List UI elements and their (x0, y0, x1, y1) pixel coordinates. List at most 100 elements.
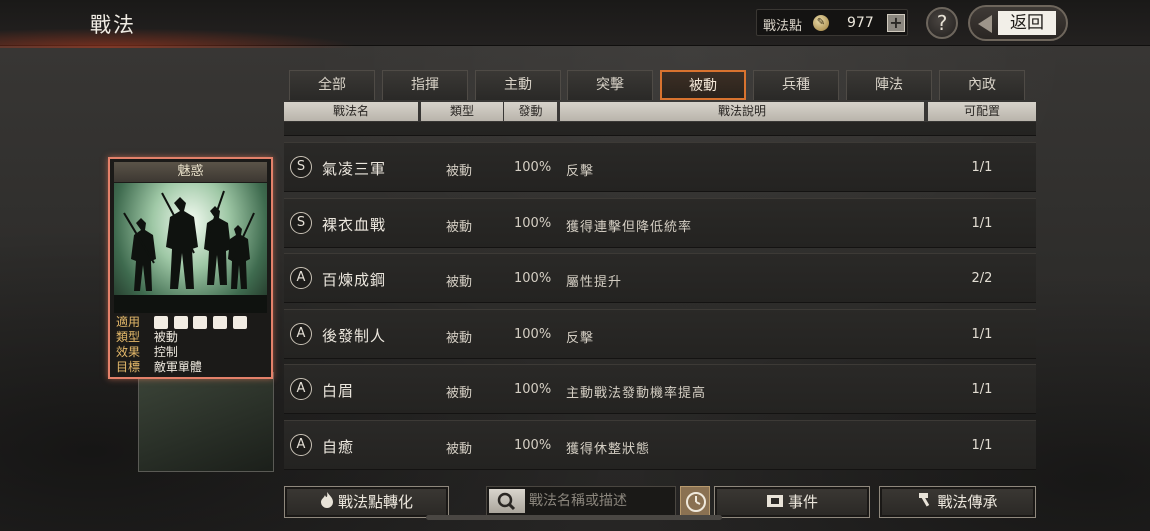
tactic-description: 反擊 (566, 331, 595, 346)
spear-icon (213, 316, 228, 329)
table-row[interactable]: S 裸衣血戰 被動 100% 獲得連擊但降低統率 1/1 (284, 198, 1036, 248)
rank-badge: S (290, 212, 312, 234)
shield-icon (173, 316, 188, 329)
events-label: 事件 (787, 493, 818, 511)
tactic-slots: 1/1 (971, 327, 993, 342)
tactic-rate: 100% (514, 160, 552, 175)
tab-command[interactable]: 指揮 (382, 70, 468, 100)
table-row[interactable]: A 白眉 被動 100% 主動戰法發動機率提高 1/1 (284, 364, 1036, 414)
table-row[interactable]: A 後發制人 被動 100% 反擊 1/1 (284, 309, 1036, 359)
siege-icon (233, 316, 248, 329)
tactic-card-preview[interactable]: 魅惑 適用 類型 被動 效果 控制 目標 敵軍單體 (108, 157, 273, 379)
stat-target-row: 目標 敵軍單體 (116, 360, 266, 375)
stat-apply-key: 適用 (116, 315, 141, 329)
add-points-button[interactable]: + (887, 14, 905, 32)
back-arrow-icon (978, 15, 992, 33)
tab-internal[interactable]: 內政 (939, 70, 1025, 100)
column-header-type[interactable]: 類型 (421, 102, 503, 121)
rank-badge: S (290, 156, 312, 178)
ticket-icon (766, 488, 784, 518)
inherit-tactic-label: 戰法傳承 (937, 493, 998, 511)
troop-icons (153, 315, 249, 330)
back-button-label: 返回 (998, 11, 1056, 35)
tactic-name: 氣凌三軍 (322, 160, 387, 178)
tactic-rate: 100% (514, 216, 552, 231)
horizontal-scrollbar[interactable] (426, 515, 722, 520)
tactic-point-coin-icon: ✎ (813, 15, 829, 31)
convert-points-label: 戰法點轉化 (337, 493, 413, 511)
back-button[interactable]: 返回 (968, 5, 1068, 41)
stat-target-key: 目標 (116, 360, 141, 374)
table-row-partial[interactable] (284, 122, 1036, 136)
card-title: 魅惑 (114, 162, 267, 182)
tactic-type: 被動 (446, 331, 473, 346)
tab-troop[interactable]: 兵種 (753, 70, 839, 100)
tactics-table[interactable]: S 氣凌三軍 被動 100% 反擊 1/1 S 裸衣血戰 被動 100% 獲得連… (284, 122, 1036, 474)
tactic-slots: 1/1 (971, 216, 993, 231)
card-artwork (114, 183, 267, 313)
tactic-rate: 100% (514, 327, 552, 342)
column-header-slots[interactable]: 可配置 (928, 102, 1036, 121)
stat-effect-row: 效果 控制 (116, 345, 266, 360)
search-input[interactable] (529, 490, 673, 512)
tab-assault[interactable]: 突擊 (567, 70, 653, 100)
tactic-rate: 100% (514, 271, 552, 286)
page-title: 戰法 (90, 13, 136, 37)
search-icon[interactable] (489, 489, 525, 513)
tactic-name: 自癒 (322, 438, 355, 456)
hammer-icon (917, 488, 933, 518)
tactic-description: 反擊 (566, 164, 595, 179)
tactic-slots: 1/1 (971, 160, 993, 175)
search-box[interactable] (486, 486, 676, 516)
stat-type-row: 類型 被動 (116, 330, 266, 345)
history-clock-button[interactable] (680, 486, 710, 516)
card-stack-back (138, 372, 274, 472)
tactic-points-label: 戰法點 (763, 19, 803, 34)
tactic-description: 獲得休整狀態 (566, 442, 651, 457)
column-header-description: 戰法說明 (560, 102, 924, 121)
fire-icon (320, 488, 334, 518)
tab-active[interactable]: 主動 (475, 70, 561, 100)
tactic-type: 被動 (446, 275, 473, 290)
inherit-tactic-button[interactable]: 戰法傳承 (879, 486, 1036, 518)
tab-passive[interactable]: 被動 (660, 70, 746, 100)
rank-badge: A (290, 378, 312, 400)
tab-formation[interactable]: 陣法 (846, 70, 932, 100)
rank-badge: A (290, 434, 312, 456)
stat-type-key: 類型 (116, 330, 141, 344)
table-row[interactable]: A 百煉成鋼 被動 100% 屬性提升 2/2 (284, 253, 1036, 303)
events-button[interactable]: 事件 (714, 486, 870, 518)
rank-badge: A (290, 267, 312, 289)
stat-target-value: 敵軍單體 (153, 360, 202, 374)
tactic-type: 被動 (446, 442, 473, 457)
stat-apply-row: 適用 (116, 315, 266, 330)
tactic-name: 白眉 (322, 382, 355, 400)
tactic-type: 被動 (446, 164, 473, 179)
tactic-name: 百煉成鋼 (322, 271, 387, 289)
bow-icon (193, 316, 208, 329)
tactic-slots: 1/1 (971, 382, 993, 397)
table-row[interactable]: S 氣凌三軍 被動 100% 反擊 1/1 (284, 142, 1036, 192)
tactic-name: 後發制人 (322, 327, 387, 345)
tactic-rate: 100% (514, 438, 552, 453)
top-bar: 戰法 戰法點 ✎ 977 + ? 返回 (0, 0, 1150, 48)
clock-icon (686, 492, 706, 512)
tactic-type: 被動 (446, 220, 473, 235)
rank-badge: A (290, 323, 312, 345)
tactic-name: 裸衣血戰 (322, 216, 387, 234)
column-header-name[interactable]: 戰法名 (284, 102, 418, 121)
stat-effect-key: 效果 (116, 345, 141, 359)
stat-type-value: 被動 (153, 330, 178, 344)
table-row[interactable]: A 自癒 被動 100% 獲得休整狀態 1/1 (284, 420, 1036, 470)
warriors-silhouette-icon (114, 190, 267, 313)
convert-points-button[interactable]: 戰法點轉化 (284, 486, 449, 518)
column-header-rate[interactable]: 發動 (504, 102, 557, 121)
tactic-description: 屬性提升 (566, 275, 623, 290)
help-button[interactable]: ? (926, 7, 958, 39)
tactic-description: 主動戰法發動機率提高 (566, 386, 707, 401)
stat-effect-value: 控制 (153, 345, 178, 359)
tab-all[interactable]: 全部 (289, 70, 375, 100)
tactic-slots: 2/2 (971, 271, 993, 286)
cavalry-icon (153, 316, 168, 329)
tactic-slots: 1/1 (971, 438, 993, 453)
